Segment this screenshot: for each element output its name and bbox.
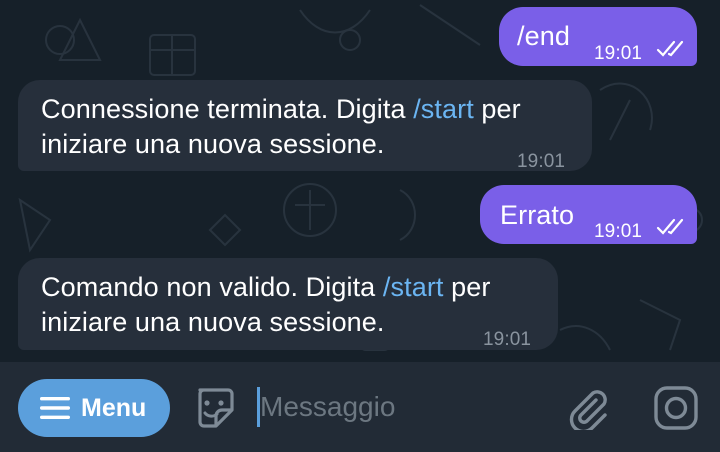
outgoing-message[interactable]: /end 19:01 <box>499 7 697 66</box>
camera-icon[interactable] <box>653 385 699 431</box>
message-text: Comando non valido. Digita <box>41 272 383 302</box>
message-time: 19:01 <box>483 329 532 350</box>
start-command-link[interactable]: /start <box>413 94 474 124</box>
message-input[interactable] <box>260 386 550 428</box>
menu-button[interactable]: Menu <box>18 379 170 437</box>
sticker-icon[interactable] <box>192 386 236 430</box>
message-line: Connessione terminata. Digita /start per <box>41 92 521 127</box>
message-time: 19:01 <box>594 43 643 64</box>
incoming-message[interactable]: Comando non valido. Digita /start per in… <box>18 258 558 350</box>
message-line: Comando non valido. Digita /start per <box>41 270 490 305</box>
chat-background: /end 19:01 Connessione terminata. Digita… <box>0 0 720 362</box>
message-text: Errato <box>500 200 575 230</box>
double-check-icon <box>656 40 684 57</box>
message-text: /end <box>517 21 570 51</box>
message-time: 19:01 <box>517 151 566 172</box>
incoming-message[interactable]: Connessione terminata. Digita /start per… <box>18 80 592 172</box>
message-line: iniziare una nuova sessione. <box>41 307 385 337</box>
outgoing-message[interactable]: Errato 19:01 <box>480 185 697 244</box>
menu-button-label: Menu <box>81 394 147 422</box>
start-command-link[interactable]: /start <box>383 272 444 302</box>
message-text: per <box>473 94 521 124</box>
paperclip-icon[interactable] <box>566 386 608 430</box>
message-time: 19:01 <box>594 221 643 242</box>
message-text: Connessione terminata. Digita <box>41 94 414 124</box>
hamburger-icon <box>40 397 70 419</box>
message-line: iniziare una nuova sessione. <box>41 129 385 159</box>
double-check-icon <box>656 218 684 235</box>
message-text: per <box>443 272 491 302</box>
message-input-bar: Menu <box>0 362 720 452</box>
